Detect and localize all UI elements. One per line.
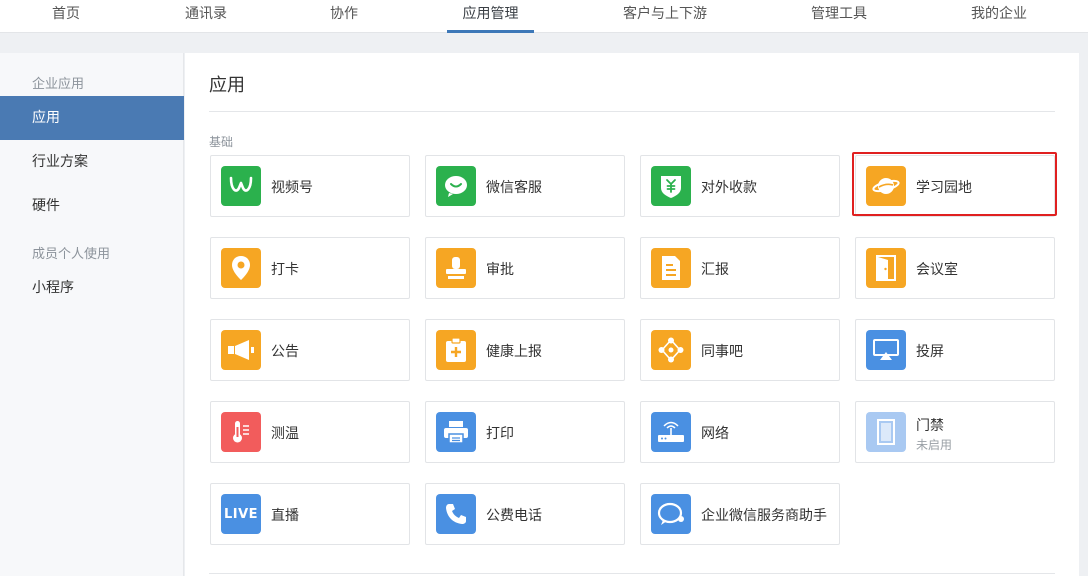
access-door-icon bbox=[866, 412, 906, 452]
app-name: 打印 bbox=[486, 426, 514, 442]
app-card-temperature[interactable]: 测温 bbox=[210, 401, 410, 463]
live-icon-text: LIVE bbox=[223, 506, 259, 522]
app-card-access-control[interactable]: 门禁 未启用 bbox=[855, 401, 1055, 463]
phone-icon bbox=[436, 494, 476, 534]
app-status-disabled: 未启用 bbox=[916, 438, 953, 452]
tab-my-enterprise[interactable]: 我的企业 bbox=[966, 0, 1032, 33]
door-icon bbox=[866, 248, 906, 288]
app-card-live[interactable]: LIVE 直播 bbox=[210, 483, 410, 545]
tab-contacts[interactable]: 通讯录 bbox=[178, 0, 234, 33]
tab-app-management[interactable]: 应用管理 bbox=[447, 0, 534, 33]
app-name: 汇报 bbox=[701, 262, 729, 278]
app-card-meeting-room[interactable]: 会议室 bbox=[855, 237, 1055, 299]
tab-customers-partners[interactable]: 客户与上下游 bbox=[618, 0, 712, 33]
router-icon bbox=[651, 412, 691, 452]
app-name: 企业微信服务商助手 bbox=[701, 508, 827, 524]
sidebar-group-personal-use: 成员个人使用 bbox=[32, 247, 111, 262]
app-card-report[interactable]: 汇报 bbox=[640, 237, 840, 299]
live-icon: LIVE bbox=[221, 494, 261, 534]
payment-icon bbox=[651, 166, 691, 206]
sidebar-item-apps[interactable]: 应用 bbox=[0, 96, 184, 140]
app-name: 测温 bbox=[271, 426, 299, 442]
service-assistant-icon bbox=[651, 494, 691, 534]
section-label-basic: 基础 bbox=[209, 135, 234, 149]
app-card-video-account[interactable]: 视频号 bbox=[210, 155, 410, 217]
app-card-screencast[interactable]: 投屏 bbox=[855, 319, 1055, 381]
app-card-service-assistant[interactable]: 企业微信服务商助手 bbox=[640, 483, 840, 545]
app-card-external-payment[interactable]: 对外收款 bbox=[640, 155, 840, 217]
app-card-colleague-circle[interactable]: 同事吧 bbox=[640, 319, 840, 381]
megaphone-icon bbox=[221, 330, 261, 370]
app-name: 健康上报 bbox=[486, 344, 542, 360]
document-icon bbox=[651, 248, 691, 288]
app-card-wechat-service[interactable]: 微信客服 bbox=[425, 155, 625, 217]
sidebar-item-hardware[interactable]: 硬件 bbox=[0, 184, 184, 228]
bottom-divider bbox=[209, 573, 1055, 574]
tab-collaboration[interactable]: 协作 bbox=[324, 0, 364, 33]
stamp-icon bbox=[436, 248, 476, 288]
app-card-print[interactable]: 打印 bbox=[425, 401, 625, 463]
health-clipboard-icon bbox=[436, 330, 476, 370]
page-title: 应用 bbox=[209, 75, 245, 96]
app-card-health-report[interactable]: 健康上报 bbox=[425, 319, 625, 381]
app-card-learning-garden[interactable]: 学习园地 bbox=[855, 155, 1055, 217]
app-name: 微信客服 bbox=[486, 180, 542, 196]
tab-management-tools[interactable]: 管理工具 bbox=[806, 0, 872, 33]
location-pin-icon bbox=[221, 248, 261, 288]
app-name: 公费电话 bbox=[486, 508, 542, 524]
app-name: 视频号 bbox=[271, 180, 313, 196]
colleague-network-icon bbox=[651, 330, 691, 370]
sidebar-item-industry-solutions[interactable]: 行业方案 bbox=[0, 140, 184, 184]
app-name: 打卡 bbox=[271, 262, 299, 278]
wechat-service-icon bbox=[436, 166, 476, 206]
app-card-announcement[interactable]: 公告 bbox=[210, 319, 410, 381]
top-nav: 首页 通讯录 协作 应用管理 客户与上下游 管理工具 我的企业 bbox=[0, 0, 1088, 33]
sidebar: 企业应用 应用 行业方案 硬件 成员个人使用 小程序 bbox=[0, 53, 184, 576]
app-card-approval[interactable]: 审批 bbox=[425, 237, 625, 299]
app-name: 公告 bbox=[271, 344, 299, 360]
printer-icon bbox=[436, 412, 476, 452]
app-name: 门禁 bbox=[916, 418, 944, 434]
app-name: 网络 bbox=[701, 426, 729, 442]
video-account-icon bbox=[221, 166, 261, 206]
app-name: 学习园地 bbox=[916, 180, 972, 196]
main-panel: 应用 基础 视频号 微信客服 对外收款 学习园地 打卡 审批 汇报 会议室 公告… bbox=[185, 53, 1079, 576]
screencast-icon bbox=[866, 330, 906, 370]
sidebar-item-mini-programs[interactable]: 小程序 bbox=[0, 266, 184, 310]
app-card-network[interactable]: 网络 bbox=[640, 401, 840, 463]
app-name: 对外收款 bbox=[701, 180, 757, 196]
app-card-check-in[interactable]: 打卡 bbox=[210, 237, 410, 299]
app-name: 投屏 bbox=[916, 344, 944, 360]
title-divider bbox=[209, 111, 1055, 112]
app-name: 同事吧 bbox=[701, 344, 743, 360]
app-name: 审批 bbox=[486, 262, 514, 278]
app-card-public-phone[interactable]: 公费电话 bbox=[425, 483, 625, 545]
app-name: 会议室 bbox=[916, 262, 958, 278]
app-name: 直播 bbox=[271, 508, 299, 524]
planet-icon bbox=[866, 166, 906, 206]
sidebar-group-enterprise-apps: 企业应用 bbox=[32, 77, 85, 92]
thermometer-icon bbox=[221, 412, 261, 452]
tab-home[interactable]: 首页 bbox=[40, 0, 92, 33]
